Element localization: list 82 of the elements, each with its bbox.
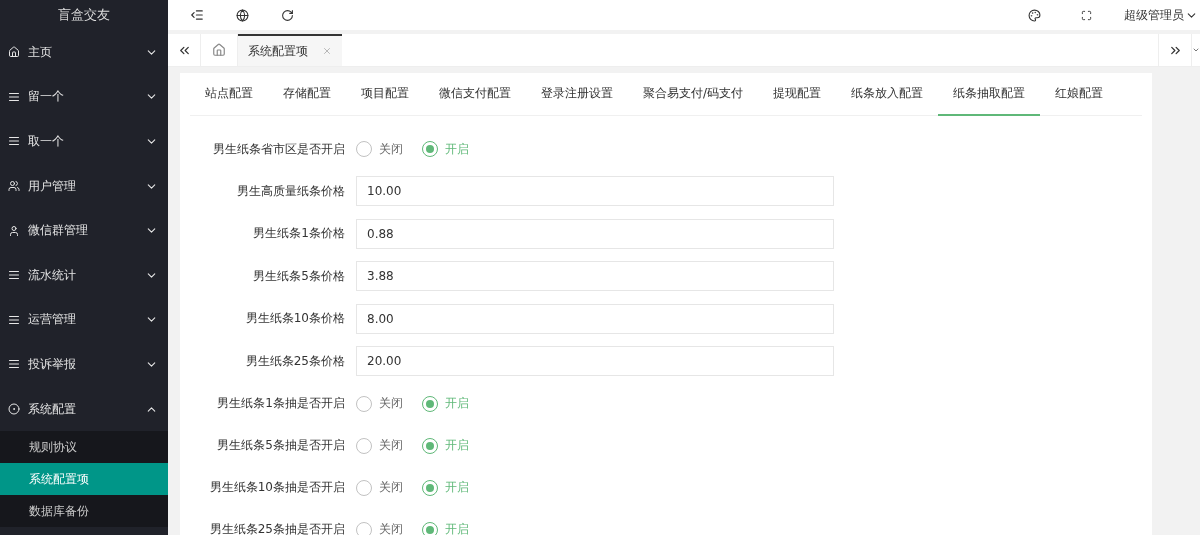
- circle-icon: [8, 403, 20, 416]
- input-field[interactable]: 20.00: [356, 346, 834, 377]
- page-tab[interactable]: 系统配置项: [238, 34, 342, 66]
- palette-icon[interactable]: [1028, 8, 1041, 22]
- menu-label: 微信群管理: [28, 222, 89, 240]
- menu-label: 留一个: [28, 88, 65, 106]
- input-field[interactable]: 10.00: [356, 176, 834, 207]
- user-icon: [8, 224, 20, 237]
- sidebar-item[interactable]: 留一个: [0, 74, 168, 120]
- field-label: 男生纸条5条价格: [252, 267, 346, 285]
- submenu-item[interactable]: 规则协议: [0, 431, 168, 464]
- menu-label: 用户管理: [28, 177, 77, 195]
- sidebar-item[interactable]: 系统配置: [0, 386, 168, 432]
- field-label: 男生纸条25条价格: [244, 352, 346, 370]
- menu-label: 主页: [28, 43, 53, 61]
- field-label: 男生纸条省市区是否开启: [212, 140, 346, 158]
- submenu-item[interactable]: 系统配置项: [0, 463, 168, 496]
- radio-option[interactable]: 关闭: [356, 521, 403, 535]
- config-tab[interactable]: 登录注册设置: [526, 73, 628, 116]
- config-tab[interactable]: 纸条抽取配置: [938, 73, 1041, 116]
- radio-option[interactable]: 关闭: [356, 437, 403, 454]
- field-label: 男生纸条1条价格: [252, 225, 346, 243]
- option-label: 关闭: [379, 140, 403, 158]
- refresh-icon[interactable]: [281, 8, 294, 22]
- field-label: 男生纸条5条抽是否开启: [216, 437, 346, 454]
- field-label: 男生纸条1条抽是否开启: [216, 395, 346, 412]
- option-label: 开启: [445, 521, 469, 535]
- submenu-item[interactable]: 数据库备份: [0, 495, 168, 528]
- radio-option[interactable]: 关闭: [356, 140, 403, 158]
- users-icon: [8, 180, 20, 193]
- field-label: 男生纸条25条抽是否开启: [208, 521, 346, 535]
- config-tab[interactable]: 聚合易支付/码支付: [628, 73, 759, 116]
- menu-label: 投诉举报: [28, 355, 77, 373]
- home-icon: [212, 43, 226, 57]
- sidebar-item[interactable]: 投诉举报: [0, 342, 168, 387]
- field-label: 男生高质量纸条价格: [236, 182, 346, 200]
- option-label: 关闭: [379, 395, 403, 412]
- list-icon: [8, 135, 20, 148]
- config-tab[interactable]: 纸条放入配置: [836, 73, 939, 116]
- input-field[interactable]: 0.88: [356, 218, 834, 249]
- list-icon: [8, 358, 20, 371]
- option-label: 开启: [445, 479, 469, 496]
- menu-label: 流水统计: [28, 266, 77, 284]
- config-tab[interactable]: 红娘配置: [1040, 73, 1119, 116]
- scroll-right-button[interactable]: [1158, 34, 1192, 66]
- field-label: 男生纸条10条抽是否开启: [208, 479, 346, 496]
- sidebar-item[interactable]: 取一个: [0, 119, 168, 164]
- field-label: 男生纸条10条价格: [244, 310, 346, 328]
- fullscreen-icon[interactable]: [1081, 9, 1092, 21]
- config-tab[interactable]: 存储配置: [268, 73, 346, 116]
- sidebar-item[interactable]: 运营管理: [0, 297, 168, 343]
- menu-label: 运营管理: [28, 311, 77, 329]
- radio-option[interactable]: 关闭: [356, 479, 403, 496]
- sidebar-item[interactable]: 微信群管理: [0, 208, 168, 253]
- list-icon: [8, 269, 20, 282]
- menu-label: 取一个: [28, 133, 65, 150]
- menu-label: 系统配置: [28, 400, 77, 418]
- input-field[interactable]: 8.00: [356, 303, 834, 334]
- tab-label: 系统配置项: [248, 42, 308, 60]
- config-tab[interactable]: 微信支付配置: [424, 73, 526, 116]
- config-tab[interactable]: 项目配置: [346, 73, 424, 116]
- sidebar-item[interactable]: 用户管理: [0, 163, 168, 209]
- option-label: 关闭: [379, 479, 403, 496]
- home-icon: [8, 46, 20, 59]
- radio-option[interactable]: 关闭: [356, 395, 403, 412]
- option-label: 开启: [445, 437, 469, 454]
- list-icon: [8, 313, 20, 326]
- config-tab[interactable]: 提现配置: [758, 73, 837, 116]
- collapse-menu-icon[interactable]: [190, 8, 204, 22]
- sidebar-item[interactable]: 流水统计: [0, 252, 168, 298]
- close-icon[interactable]: [322, 46, 332, 56]
- config-tab[interactable]: 站点配置: [190, 73, 268, 116]
- option-label: 关闭: [379, 437, 403, 454]
- app-logo: 盲盒交友: [57, 6, 111, 24]
- option-label: 开启: [445, 140, 469, 158]
- input-field[interactable]: 3.88: [356, 261, 834, 292]
- option-label: 关闭: [379, 521, 403, 535]
- user-menu[interactable]: 超级管理员: [1124, 6, 1198, 24]
- list-icon: [8, 90, 20, 103]
- option-label: 开启: [445, 395, 469, 412]
- globe-icon[interactable]: [236, 8, 249, 22]
- sidebar-item[interactable]: 主页: [0, 30, 168, 75]
